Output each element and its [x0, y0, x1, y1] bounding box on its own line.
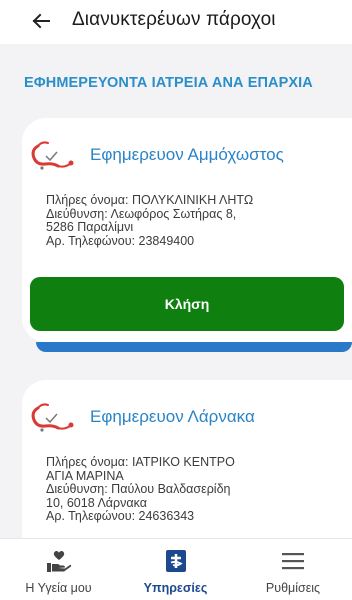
- stethoscope-logo-icon: [31, 141, 74, 170]
- provider-card-header: Εφημερευον Αμμόχωστος: [28, 138, 284, 172]
- nav-label: Η Υγεία μου: [25, 581, 92, 595]
- provider-fullname-line2: ΑΓΙΑ ΜΑΡΙΝΑ: [46, 468, 124, 483]
- provider-info: Πλήρες όνομα: ΠΟΛΥΚΛΙΝΙΚΗ ΛΗΤΩ Διεύθυνση…: [46, 193, 254, 248]
- menu-icon: [280, 548, 306, 574]
- app-bar: Διανυκτερέυων πάροχοι: [0, 0, 352, 44]
- provider-info: Πλήρες όνομα: ΙΑΤΡΙΚΟ ΚΕΝΤΡΟ ΑΓΙΑ ΜΑΡΙΝΑ…: [46, 455, 235, 524]
- back-button[interactable]: [28, 8, 54, 34]
- hand-heart-icon: [46, 548, 72, 574]
- provider-fullname: Πλήρες όνομα: ΠΟΛΥΚΛΙΝΙΚΗ ΛΗΤΩ: [46, 193, 254, 207]
- content-area[interactable]: ΕΦΗΜΕΡΕΥΟΝΤΑ ΙΑΤΡΕΙΑ ΑΝΑ ΕΠΑΡΧΙΑ Εφημερε…: [0, 44, 352, 538]
- stethoscope-logo-icon: [31, 403, 74, 432]
- nav-label: Ρυθμίσεις: [265, 581, 321, 595]
- bottom-navigation: Η Υγεία μου Υπηρεσίες Ρυθμίσεις: [0, 538, 352, 600]
- provider-card: Εφημερευον Λάρνακα Πλήρες όνομα: ΙΑΤΡΙΚΟ…: [22, 380, 352, 538]
- medical-services-icon: [163, 548, 189, 574]
- nav-item-services[interactable]: Υπηρεσίες: [117, 539, 234, 600]
- provider-phone: Αρ. Τηλεφώνου: 24636343: [46, 509, 195, 523]
- page-title: Διανυκτερέυων πάροχοι: [72, 9, 276, 30]
- arrow-back-icon: [32, 13, 50, 29]
- provider-card-header: Εφημερευον Λάρνακα: [28, 400, 255, 434]
- provider-phone: Αρ. Τηλεφώνου: 23849400: [46, 233, 195, 248]
- nav-label: Υπηρεσίες: [143, 581, 208, 595]
- provider-address-line2: 10, 6018 Λάρνακα: [46, 495, 147, 510]
- provider-card: Εφημερευον Αμμόχωστος Πλήρες όνομα: ΠΟΛΥ…: [22, 118, 352, 342]
- provider-fullname: Πλήρες όνομα: ΙΑΤΡΙΚΟ ΚΕΝΤΡΟ: [46, 455, 235, 469]
- provider-title: Εφημερευον Αμμόχωστος: [90, 145, 284, 164]
- provider-address: Διεύθυνση: Λεωφόρος Σωτήρας 8,: [46, 206, 237, 221]
- section-title: ΕΦΗΜΕΡΕΥΟΝΤΑ ΙΑΤΡΕΙΑ ΑΝΑ ΕΠΑΡΧΙΑ: [24, 75, 313, 91]
- call-button[interactable]: Κλήση: [30, 277, 344, 331]
- card-accent-strip: [36, 342, 352, 352]
- provider-address: Διεύθυνση: Παύλου Βαλδασερίδη: [46, 482, 231, 496]
- nav-item-my-health[interactable]: Η Υγεία μου: [0, 539, 117, 600]
- nav-item-settings[interactable]: Ρυθμίσεις: [234, 539, 352, 600]
- provider-address-line2: 5286 Παραλίμνι: [46, 220, 134, 234]
- provider-title: Εφημερευον Λάρνακα: [90, 407, 255, 426]
